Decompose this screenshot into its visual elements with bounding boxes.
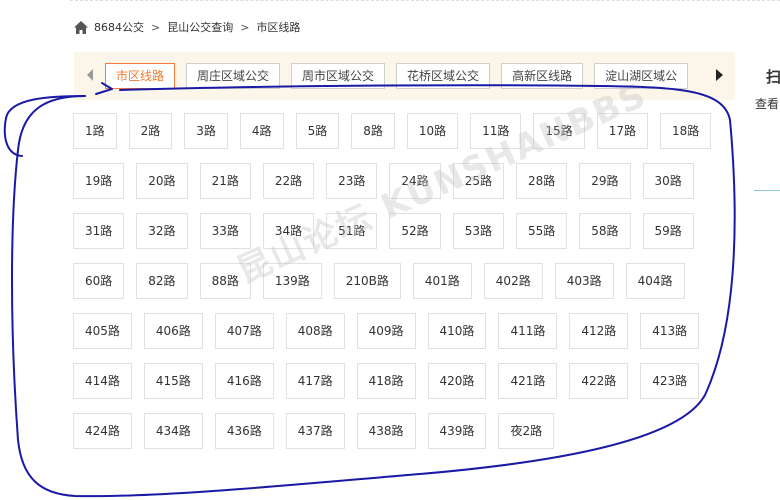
route-link[interactable]: 423路: [640, 363, 700, 399]
route-link[interactable]: 60路: [73, 263, 125, 299]
tab-5[interactable]: 淀山湖区域公: [594, 63, 689, 89]
breadcrumb-separator: >: [240, 20, 250, 34]
route-link[interactable]: 439路: [427, 413, 487, 449]
breadcrumb-item-kunshan[interactable]: 昆山公交查询: [167, 19, 233, 35]
tab-list: 市区线路 周庄区域公交 周市区域公交 花桥区域公交 高新区线路 淀山湖区域公: [105, 63, 699, 89]
route-link[interactable]: 424路: [73, 413, 132, 449]
route-link[interactable]: 409路: [356, 313, 416, 349]
route-link[interactable]: 402路: [483, 263, 543, 299]
route-link[interactable]: 21路: [199, 163, 251, 199]
route-link[interactable]: 29路: [579, 163, 631, 199]
route-link[interactable]: 1路: [73, 113, 117, 149]
route-link[interactable]: 417路: [285, 363, 345, 399]
route-link[interactable]: 403路: [554, 263, 614, 299]
route-link[interactable]: 24路: [389, 163, 441, 199]
route-link[interactable]: 407路: [214, 313, 274, 349]
route-link[interactable]: 415路: [143, 363, 203, 399]
tab-3[interactable]: 花桥区域公交: [396, 63, 491, 89]
route-link[interactable]: 15路: [533, 113, 585, 149]
sidebar-subtitle: 查看: [755, 97, 780, 111]
route-row: 424路 434路 436路 437路 438路 439路 夜2路: [73, 413, 753, 449]
route-link[interactable]: 20路: [136, 163, 188, 199]
route-category-tabbar: 市区线路 周庄区域公交 周市区域公交 花桥区域公交 高新区线路 淀山湖区域公: [74, 52, 735, 100]
route-link[interactable]: 420路: [427, 363, 487, 399]
route-link[interactable]: 51路: [326, 213, 378, 249]
route-row: 19路 20路 21路 22路 23路 24路 25路 28路 29路 30路: [73, 163, 753, 199]
route-link[interactable]: 416路: [214, 363, 274, 399]
tab-0[interactable]: 市区线路: [105, 63, 176, 89]
route-link[interactable]: 32路: [136, 213, 188, 249]
top-divider: [70, 0, 780, 1]
route-link[interactable]: 401路: [412, 263, 472, 299]
route-link[interactable]: 438路: [356, 413, 416, 449]
route-link[interactable]: 59路: [642, 213, 694, 249]
route-link[interactable]: 55路: [515, 213, 568, 249]
route-link[interactable]: 17路: [596, 113, 648, 149]
route-link[interactable]: 3路: [184, 113, 228, 149]
route-link[interactable]: 210B路: [333, 263, 401, 299]
route-link[interactable]: 2路: [128, 113, 173, 149]
route-link[interactable]: 52路: [389, 213, 441, 249]
sidebar-title: 扫: [766, 68, 780, 86]
route-row: 405路 406路 407路 408路 409路 410路 411路 412路 413路: [73, 313, 753, 349]
route-link[interactable]: 10路: [406, 113, 459, 149]
route-link[interactable]: 30路: [642, 163, 694, 199]
route-link[interactable]: 404路: [625, 263, 685, 299]
tab-4[interactable]: 高新区线路: [501, 63, 584, 89]
route-link[interactable]: 405路: [73, 313, 132, 349]
route-row: 414路 415路 416路 417路 418路 420路 421路 422路 423路: [73, 363, 753, 399]
sidebar-divider: [754, 190, 780, 191]
tab-2[interactable]: 周市区域公交: [291, 63, 386, 89]
chevron-left-icon[interactable]: [84, 67, 96, 83]
route-link[interactable]: 413路: [640, 313, 700, 349]
route-link[interactable]: 18路: [659, 113, 712, 149]
route-link[interactable]: 88路: [199, 263, 251, 299]
route-link[interactable]: 53路: [452, 213, 504, 249]
route-link[interactable]: 33路: [199, 213, 251, 249]
route-link[interactable]: 5路: [295, 113, 340, 149]
breadcrumb-item-current: 市区线路: [256, 21, 301, 34]
route-link[interactable]: 夜2路: [498, 413, 555, 449]
route-link[interactable]: 25路: [452, 163, 504, 199]
route-row: 1路 2路 3路 4路 5路 8路 10路 11路 15路 17路 18路: [73, 113, 753, 149]
route-link[interactable]: 31路: [73, 213, 125, 249]
route-grid: 1路 2路 3路 4路 5路 8路 10路 11路 15路 17路 18路 19路 20路 21路 22路 2…: [73, 113, 753, 463]
route-row: 31路 32路 33路 34路 51路 52路 53路 55路 58路 59路: [73, 213, 753, 249]
chevron-right-icon[interactable]: [713, 67, 725, 83]
route-link[interactable]: 8路: [351, 113, 395, 149]
route-link[interactable]: 139路: [262, 263, 322, 299]
route-link[interactable]: 406路: [143, 313, 203, 349]
route-link[interactable]: 411路: [498, 313, 558, 349]
tab-1[interactable]: 周庄区域公交: [186, 63, 281, 89]
route-link[interactable]: 34路: [262, 213, 315, 249]
route-link[interactable]: 28路: [515, 163, 568, 199]
route-link[interactable]: 19路: [73, 163, 125, 199]
route-link[interactable]: 434路: [143, 413, 203, 449]
route-link[interactable]: 436路: [214, 413, 274, 449]
route-link[interactable]: 22路: [262, 163, 315, 199]
route-row: 60路 82路 88路 139路 210B路 401路 402路 403路 404路: [73, 263, 753, 299]
route-link[interactable]: 410路: [427, 313, 487, 349]
route-link[interactable]: 437路: [285, 413, 345, 449]
route-link[interactable]: 422路: [569, 363, 629, 399]
route-link[interactable]: 11路: [470, 113, 522, 149]
breadcrumb-separator: >: [151, 20, 161, 34]
route-link[interactable]: 408路: [285, 313, 345, 349]
breadcrumb: 8684公交 > 昆山公交查询 > 市区线路: [74, 19, 300, 35]
route-link[interactable]: 421路: [498, 363, 558, 399]
route-link[interactable]: 58路: [579, 213, 631, 249]
route-link[interactable]: 23路: [326, 163, 378, 199]
route-link[interactable]: 418路: [356, 363, 416, 399]
route-link[interactable]: 412路: [569, 313, 629, 349]
route-link[interactable]: 414路: [73, 363, 132, 399]
route-link[interactable]: 4路: [239, 113, 284, 149]
route-link[interactable]: 82路: [136, 263, 188, 299]
home-icon[interactable]: [74, 20, 88, 34]
breadcrumb-item-8684[interactable]: 8684公交: [94, 19, 144, 35]
